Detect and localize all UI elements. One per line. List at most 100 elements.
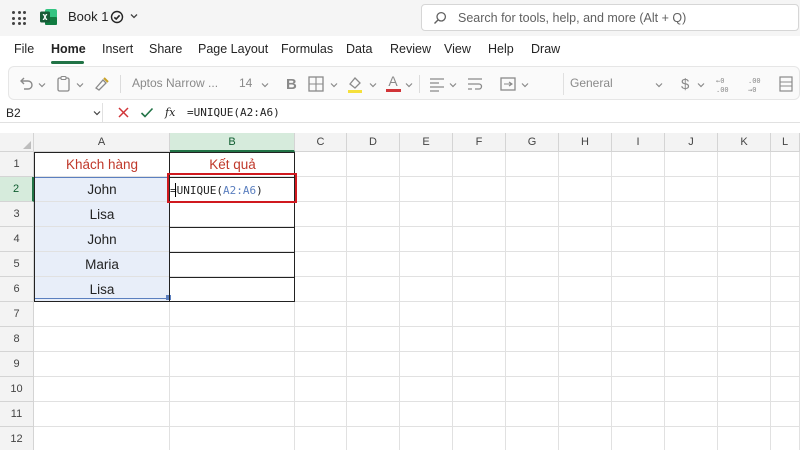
- column-header-i[interactable]: I: [612, 133, 665, 152]
- column-header-f[interactable]: F: [453, 133, 506, 152]
- row-header-11[interactable]: 11: [0, 402, 34, 427]
- grid-cell[interactable]: [400, 302, 453, 327]
- grid-cell[interactable]: [665, 227, 718, 252]
- borders-icon[interactable]: [307, 74, 325, 94]
- grid-cell[interactable]: [612, 427, 665, 450]
- cell-a4[interactable]: John: [34, 227, 170, 252]
- tab-view[interactable]: View: [444, 42, 471, 56]
- row-header-5[interactable]: 5: [0, 252, 34, 277]
- tab-insert[interactable]: Insert: [102, 42, 133, 56]
- grid-cell[interactable]: [170, 302, 295, 327]
- format-painter-icon[interactable]: [93, 74, 111, 94]
- grid-cell[interactable]: [718, 402, 771, 427]
- grid-cell[interactable]: [612, 277, 665, 302]
- grid-cell[interactable]: [453, 302, 506, 327]
- grid-cell[interactable]: [34, 327, 170, 352]
- grid-cell[interactable]: [718, 302, 771, 327]
- borders-dropdown-icon[interactable]: [330, 82, 338, 88]
- grid-cell[interactable]: [347, 327, 400, 352]
- font-color-button[interactable]: A: [385, 74, 401, 94]
- grid-cell[interactable]: [718, 427, 771, 450]
- row-header-3[interactable]: 3: [0, 202, 34, 227]
- grid-cell[interactable]: [612, 377, 665, 402]
- grid-cell[interactable]: [453, 252, 506, 277]
- grid-cell[interactable]: [718, 152, 771, 177]
- tab-data[interactable]: Data: [346, 42, 372, 56]
- currency-button[interactable]: $: [681, 74, 689, 94]
- tab-home[interactable]: Home: [51, 42, 86, 56]
- grid-cell[interactable]: [453, 427, 506, 450]
- grid-cell[interactable]: [559, 427, 612, 450]
- column-header-j[interactable]: J: [665, 133, 718, 152]
- grid-cell[interactable]: [295, 252, 347, 277]
- grid-cell[interactable]: [665, 277, 718, 302]
- grid-cell[interactable]: [347, 352, 400, 377]
- tab-page-layout[interactable]: Page Layout: [198, 42, 268, 56]
- grid-cell[interactable]: [612, 352, 665, 377]
- tab-formulas[interactable]: Formulas: [281, 42, 333, 56]
- grid-cell[interactable]: [771, 327, 800, 352]
- grid-cell[interactable]: [771, 252, 800, 277]
- tab-review[interactable]: Review: [390, 42, 431, 56]
- paste-dropdown-icon[interactable]: [76, 82, 84, 88]
- grid-cell[interactable]: [718, 227, 771, 252]
- tab-file[interactable]: File: [14, 42, 34, 56]
- bold-button[interactable]: B: [286, 74, 297, 94]
- grid-cell[interactable]: [170, 402, 295, 427]
- wrap-text-icon[interactable]: [466, 74, 484, 94]
- paste-icon[interactable]: [55, 74, 73, 94]
- select-all-corner[interactable]: [0, 133, 34, 152]
- grid-cell[interactable]: [612, 202, 665, 227]
- number-format-select[interactable]: General: [563, 73, 667, 95]
- grid-cell[interactable]: [665, 327, 718, 352]
- grid-cell[interactable]: [612, 177, 665, 202]
- fill-color-icon[interactable]: [346, 74, 364, 94]
- grid-cell[interactable]: [718, 252, 771, 277]
- grid-cell[interactable]: [612, 252, 665, 277]
- grid-cell[interactable]: [400, 277, 453, 302]
- font-size-dropdown-icon[interactable]: [261, 82, 269, 88]
- grid-cell[interactable]: [559, 302, 612, 327]
- column-header-l[interactable]: L: [771, 133, 800, 152]
- grid-cell[interactable]: [506, 202, 559, 227]
- grid-cell[interactable]: [559, 152, 612, 177]
- grid-cell[interactable]: [453, 327, 506, 352]
- grid-cell[interactable]: [34, 352, 170, 377]
- grid-cell[interactable]: [347, 427, 400, 450]
- undo-dropdown-icon[interactable]: [38, 82, 46, 88]
- column-header-g[interactable]: G: [506, 133, 559, 152]
- grid-cell[interactable]: [506, 252, 559, 277]
- cell-a2[interactable]: John: [34, 177, 170, 202]
- grid-cell[interactable]: [453, 352, 506, 377]
- grid-cell[interactable]: [347, 177, 400, 202]
- tab-help[interactable]: Help: [488, 42, 514, 56]
- grid-cell[interactable]: [453, 402, 506, 427]
- grid-cell[interactable]: [400, 352, 453, 377]
- grid-cell[interactable]: [559, 227, 612, 252]
- grid-cell[interactable]: [400, 177, 453, 202]
- grid-cell[interactable]: [34, 402, 170, 427]
- grid-cell[interactable]: [506, 177, 559, 202]
- grid-cell[interactable]: [400, 252, 453, 277]
- grid-cell[interactable]: [612, 402, 665, 427]
- grid-cell[interactable]: [559, 202, 612, 227]
- name-box-dropdown-icon[interactable]: [93, 110, 101, 116]
- grid-cell[interactable]: [347, 302, 400, 327]
- grid-cell[interactable]: [34, 427, 170, 450]
- grid-cell[interactable]: [170, 327, 295, 352]
- merge-cells-icon[interactable]: [499, 74, 517, 94]
- app-launcher-icon[interactable]: [12, 11, 26, 25]
- column-header-a[interactable]: A: [34, 133, 170, 152]
- font-size-select[interactable]: 14: [233, 73, 279, 95]
- grid-cell[interactable]: [559, 177, 612, 202]
- grid-cell[interactable]: [665, 302, 718, 327]
- column-header-d[interactable]: D: [347, 133, 400, 152]
- grid-cell[interactable]: [665, 202, 718, 227]
- fill-color-dropdown-icon[interactable]: [369, 82, 377, 88]
- name-box[interactable]: B2: [1, 103, 103, 122]
- grid-cell[interactable]: [771, 227, 800, 252]
- grid-cell[interactable]: [453, 177, 506, 202]
- grid-cell[interactable]: [506, 227, 559, 252]
- column-header-b[interactable]: B: [170, 133, 295, 152]
- grid-cell[interactable]: [400, 402, 453, 427]
